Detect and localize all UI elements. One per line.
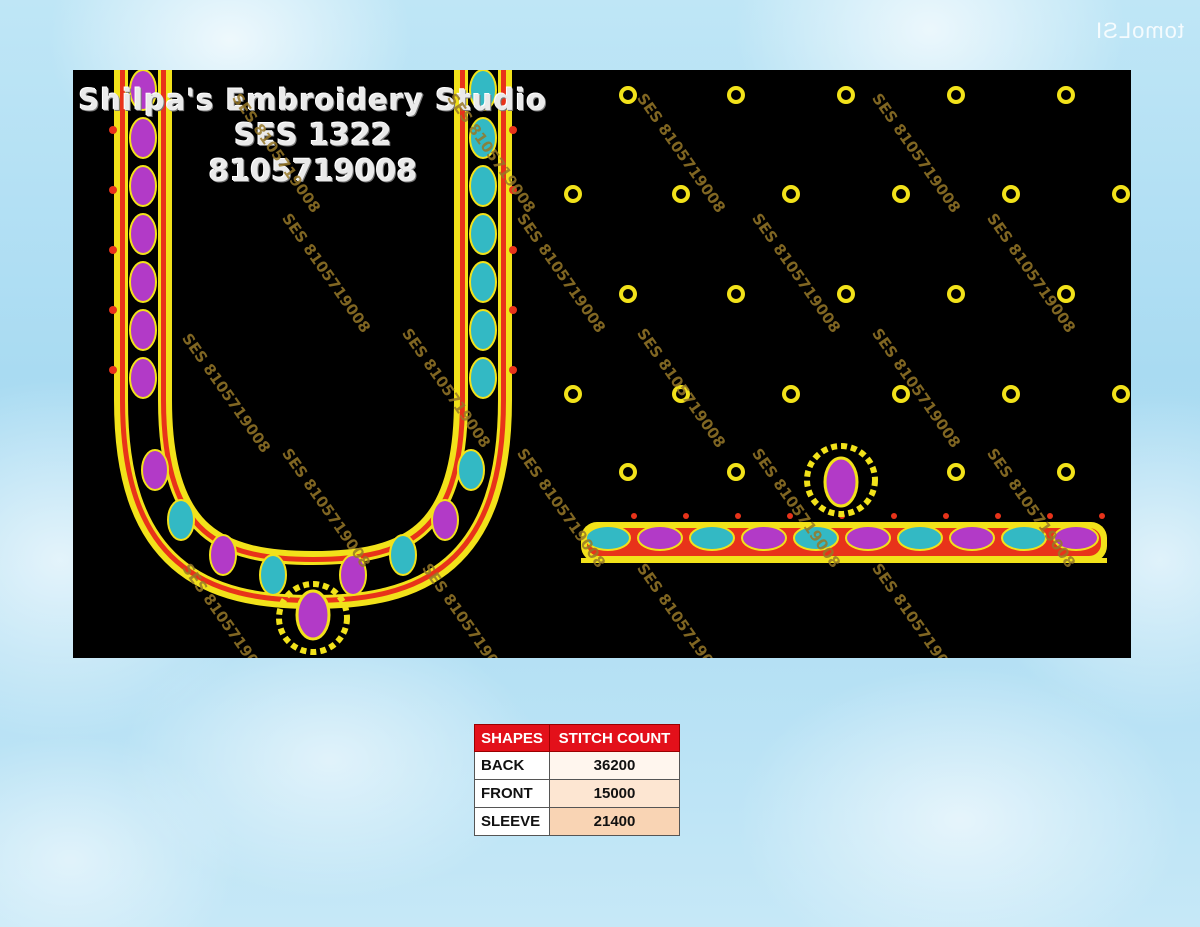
accent-dot: [1099, 513, 1105, 519]
paisley-motif: [457, 449, 485, 491]
ring-butti: [782, 385, 800, 403]
ring-butti: [727, 86, 745, 104]
ring-butti: [947, 463, 965, 481]
paisley-motif: [469, 309, 497, 351]
paisley-motif: [129, 261, 157, 303]
stitch-count-table: SHAPES STITCH COUNT BACK 36200 FRONT 150…: [474, 724, 680, 836]
paisley-motif: [129, 213, 157, 255]
paisley-motif: [469, 261, 497, 303]
paisley-motif: [167, 499, 195, 541]
ring-butti: [837, 285, 855, 303]
accent-dot: [109, 306, 117, 314]
paisley-motif: [431, 499, 459, 541]
shape-cell: FRONT: [474, 779, 550, 808]
column-header-stitch-count: STITCH COUNT: [549, 724, 680, 752]
ring-butti: [1112, 385, 1130, 403]
paisley-motif: [141, 449, 169, 491]
ring-butti: [564, 185, 582, 203]
accent-dot: [683, 513, 689, 519]
ring-butti: [1002, 385, 1020, 403]
ring-butti: [1057, 285, 1075, 303]
ring-butti: [727, 463, 745, 481]
accent-dot: [735, 513, 741, 519]
column-header-shapes: SHAPES: [474, 724, 550, 752]
accent-dot: [109, 366, 117, 374]
ring-butti: [619, 463, 637, 481]
ring-butti: [947, 86, 965, 104]
studio-name: Shilpa's Embroidery Studio: [78, 83, 548, 117]
embroidery-design-panel: Shilpa's Embroidery Studio SES 1322 8105…: [73, 70, 1131, 658]
studio-phone: 8105719008: [208, 154, 418, 189]
accent-dot: [509, 306, 517, 314]
ring-butti: [564, 385, 582, 403]
table-row: FRONT 15000: [474, 779, 680, 808]
ring-butti: [619, 285, 637, 303]
paisley-motif: [469, 357, 497, 399]
paisley-motif: [259, 554, 287, 596]
ring-butti: [1002, 185, 1020, 203]
accent-dot: [509, 366, 517, 374]
sleeve-paisley-motif: [845, 525, 891, 551]
ring-butti: [1112, 185, 1130, 203]
table-header-row: SHAPES STITCH COUNT: [474, 724, 680, 752]
ring-butti: [782, 185, 800, 203]
accent-dot: [109, 246, 117, 254]
accent-dot: [995, 513, 1001, 519]
table-row: SLEEVE 21400: [474, 807, 680, 836]
pendant-paisley: [295, 589, 331, 641]
paisley-motif: [129, 309, 157, 351]
ring-butti: [727, 285, 745, 303]
sleeve-paisley-motif: [741, 525, 787, 551]
ring-butti: [837, 86, 855, 104]
ring-butti: [1057, 86, 1075, 104]
paisley-motif: [469, 213, 497, 255]
sleeve-paisley-motif: [949, 525, 995, 551]
ring-butti: [672, 185, 690, 203]
shape-cell: SLEEVE: [474, 807, 550, 836]
paisley-motif: [129, 357, 157, 399]
accent-dot: [509, 246, 517, 254]
stitch-count-cell: 21400: [549, 807, 680, 836]
stitch-count-cell: 36200: [549, 751, 680, 780]
sleeve-paisley-motif: [637, 525, 683, 551]
stitch-count-cell: 15000: [549, 779, 680, 808]
ring-butti: [892, 185, 910, 203]
sleeve-paisley-motif: [689, 525, 735, 551]
ring-butti: [1057, 463, 1075, 481]
paisley-motif: [209, 534, 237, 576]
table-row: BACK 36200: [474, 751, 680, 780]
accent-dot: [631, 513, 637, 519]
paisley-motif: [389, 534, 417, 576]
corner-watermark: tomoLSI: [1095, 18, 1184, 43]
ring-butti: [947, 285, 965, 303]
accent-dot: [943, 513, 949, 519]
accent-dot: [891, 513, 897, 519]
sleeve-pendant-paisley: [823, 456, 859, 508]
sleeve-paisley-motif: [897, 525, 943, 551]
shape-cell: BACK: [474, 751, 550, 780]
